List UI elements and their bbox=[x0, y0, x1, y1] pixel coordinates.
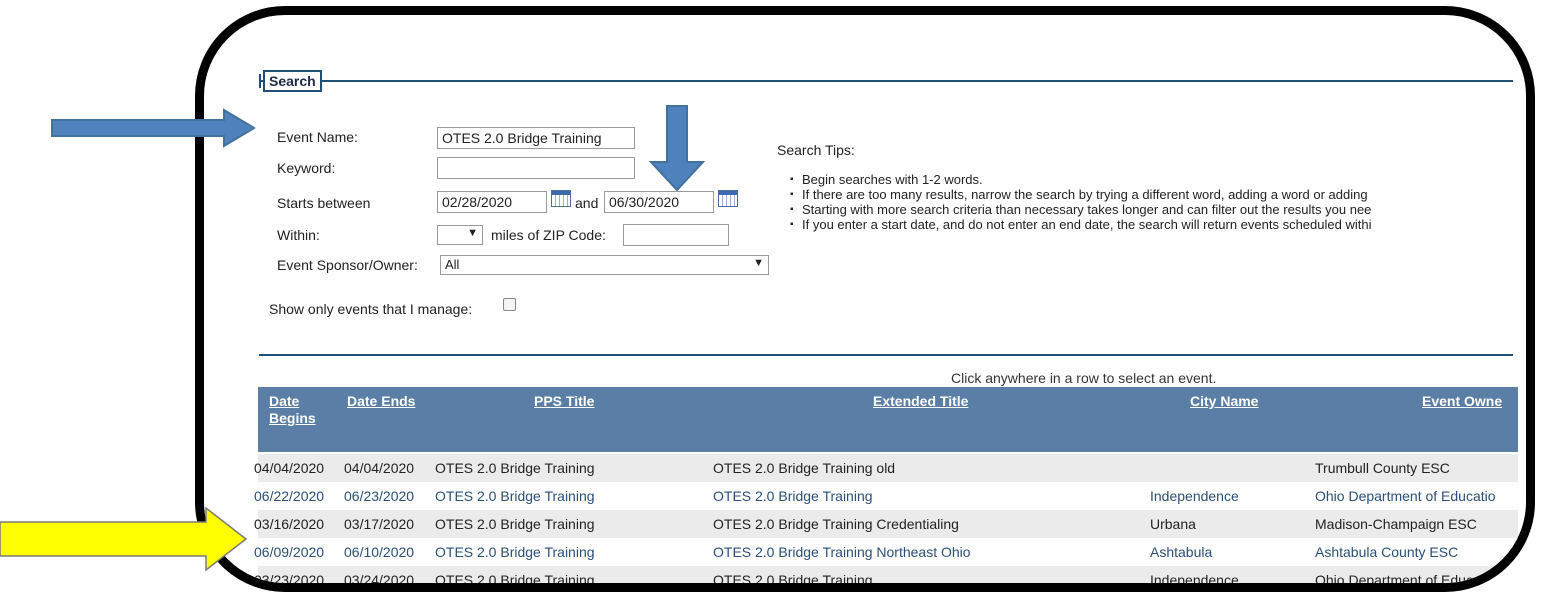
cell-pps-title: OTES 2.0 Bridge Training bbox=[435, 572, 595, 588]
and-label: and bbox=[575, 195, 599, 211]
show-only-label: Show only events that I manage: bbox=[269, 301, 473, 317]
zip-code-input[interactable] bbox=[623, 224, 729, 246]
col-pps-title[interactable]: PPS Title bbox=[534, 393, 594, 410]
arrow-down-icon bbox=[648, 105, 706, 192]
table-row[interactable]: 06/09/2020 06/10/2020 OTES 2.0 Bridge Tr… bbox=[254, 538, 1518, 566]
results-table-header: Date Begins Date Ends PPS Title Extended… bbox=[258, 387, 1518, 452]
sponsor-value: All bbox=[445, 257, 460, 272]
search-rule bbox=[259, 80, 1513, 82]
cell-event-owner: Ohio Department of Educatio bbox=[1315, 488, 1496, 504]
cell-date-begins: 06/09/2020 bbox=[254, 544, 325, 560]
col-city-name[interactable]: City Name bbox=[1190, 393, 1258, 410]
within-label: Within: bbox=[277, 227, 320, 243]
cell-pps-title: OTES 2.0 Bridge Training bbox=[435, 544, 595, 560]
starts-between-label: Starts between bbox=[277, 195, 371, 211]
cell-date-ends: 03/24/2020 bbox=[344, 572, 415, 588]
sponsor-label: Event Sponsor/Owner: bbox=[277, 257, 418, 273]
keyword-input[interactable] bbox=[437, 157, 635, 179]
cell-event-owner: Ashtabula County ESC bbox=[1315, 544, 1459, 560]
search-tips-title: Search Tips: bbox=[777, 142, 855, 158]
tip-item: Begin searches with 1-2 words. bbox=[790, 172, 1522, 187]
arrow-right-icon bbox=[0, 506, 248, 572]
sponsor-select[interactable]: All ▼ bbox=[440, 255, 769, 275]
search-rule-tick bbox=[259, 74, 261, 88]
keyword-label: Keyword: bbox=[277, 160, 336, 176]
cell-city-name: Independence bbox=[1150, 572, 1239, 588]
cell-date-begins: 04/04/2020 bbox=[254, 460, 325, 476]
results-hint: Click anywhere in a row to select an eve… bbox=[951, 370, 1217, 386]
cell-date-ends: 03/17/2020 bbox=[344, 516, 415, 532]
table-row[interactable]: 04/04/2020 04/04/2020 OTES 2.0 Bridge Tr… bbox=[254, 454, 1518, 482]
cell-city-name: Ashtabula bbox=[1150, 544, 1213, 560]
cell-pps-title: OTES 2.0 Bridge Training bbox=[435, 488, 595, 504]
cell-extended-title: OTES 2.0 Bridge Training Credentialing bbox=[713, 516, 959, 532]
miles-label: miles of ZIP Code: bbox=[491, 227, 606, 243]
cell-event-owner: Trumbull County ESC bbox=[1315, 460, 1450, 476]
tip-item: If you enter a start date, and do not en… bbox=[790, 217, 1522, 232]
cell-extended-title: OTES 2.0 Bridge Training old bbox=[713, 460, 896, 476]
cell-event-owner: Ohio Department of Educatio bbox=[1315, 572, 1496, 588]
col-extended-title[interactable]: Extended Title bbox=[873, 393, 968, 410]
page-content: Search Event Name: Keyword: Starts betwe… bbox=[204, 15, 1526, 588]
cell-date-begins: 06/22/2020 bbox=[254, 488, 325, 504]
calendar-icon[interactable] bbox=[718, 190, 738, 207]
tip-item: If there are too many results, narrow th… bbox=[790, 187, 1522, 202]
start-date-input[interactable] bbox=[437, 191, 547, 213]
cell-city-name: Independence bbox=[1150, 488, 1239, 504]
table-row[interactable]: 06/22/2020 06/23/2020 OTES 2.0 Bridge Tr… bbox=[254, 482, 1518, 510]
screenshot-frame: Search Event Name: Keyword: Starts betwe… bbox=[195, 6, 1535, 592]
col-date-ends[interactable]: Date Ends bbox=[347, 393, 415, 410]
cell-extended-title: OTES 2.0 Bridge Training bbox=[713, 572, 873, 588]
cell-date-begins: 03/16/2020 bbox=[254, 516, 325, 532]
show-only-checkbox[interactable] bbox=[503, 298, 516, 311]
event-name-label: Event Name: bbox=[277, 129, 358, 145]
event-name-input[interactable] bbox=[437, 127, 635, 149]
results-divider bbox=[259, 354, 1513, 356]
cell-pps-title: OTES 2.0 Bridge Training bbox=[435, 516, 595, 532]
chevron-down-icon: ▼ bbox=[467, 227, 478, 239]
cell-date-begins: 03/23/2020 bbox=[254, 572, 325, 588]
cell-event-owner: Madison-Champaign ESC bbox=[1315, 516, 1477, 532]
arrow-right-icon bbox=[51, 108, 256, 148]
table-row[interactable]: 03/16/2020 03/17/2020 OTES 2.0 Bridge Tr… bbox=[254, 510, 1518, 538]
end-date-input[interactable] bbox=[604, 191, 714, 213]
chevron-down-icon: ▼ bbox=[753, 257, 764, 269]
cell-date-ends: 06/23/2020 bbox=[344, 488, 415, 504]
table-row[interactable]: 03/23/2020 03/24/2020 OTES 2.0 Bridge Tr… bbox=[254, 566, 1518, 588]
calendar-icon[interactable] bbox=[551, 190, 571, 207]
col-date-begins[interactable]: Date Begins bbox=[269, 393, 329, 427]
search-tips-list: Begin searches with 1-2 words. If there … bbox=[790, 172, 1522, 232]
within-select[interactable]: ▼ bbox=[437, 225, 483, 245]
search-legend: Search bbox=[263, 70, 322, 92]
cell-pps-title: OTES 2.0 Bridge Training bbox=[435, 460, 595, 476]
cell-date-ends: 04/04/2020 bbox=[344, 460, 415, 476]
col-event-owner[interactable]: Event Owne bbox=[1422, 393, 1502, 410]
cell-extended-title: OTES 2.0 Bridge Training bbox=[713, 488, 873, 504]
cell-extended-title: OTES 2.0 Bridge Training Northeast Ohio bbox=[713, 544, 971, 560]
cell-city-name: Urbana bbox=[1150, 516, 1196, 532]
cell-date-ends: 06/10/2020 bbox=[344, 544, 415, 560]
tip-item: Starting with more search criteria than … bbox=[790, 202, 1522, 217]
